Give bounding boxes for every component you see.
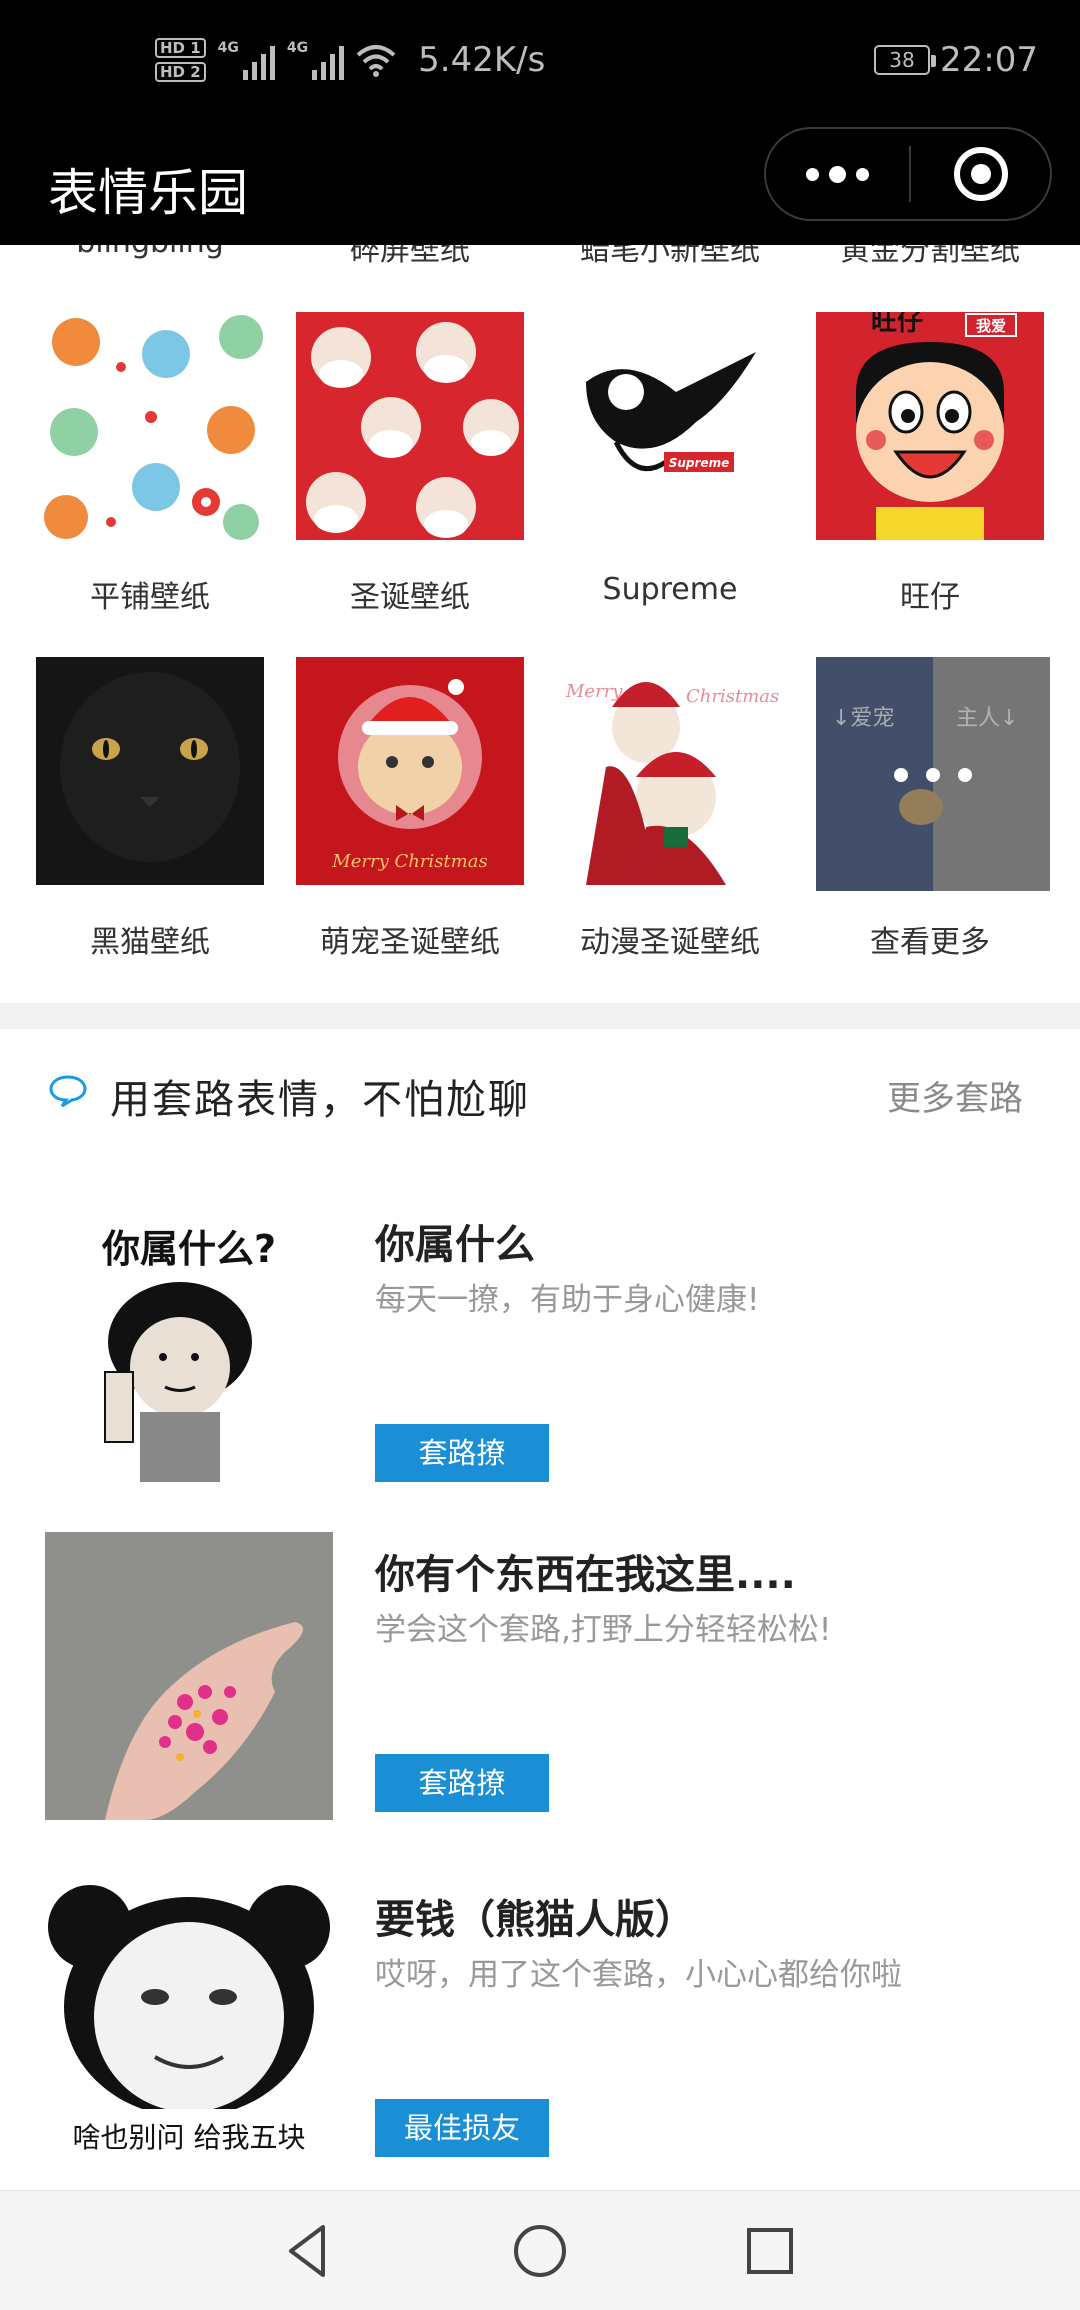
tile-label: blingbling — [20, 245, 280, 260]
hd1-badge: HD 1 — [155, 38, 206, 58]
anime-christmas-image: Merry Christmas — [556, 657, 784, 885]
tile-thumbnail: Merry Christmas — [296, 657, 524, 885]
merry-text: Merry — [565, 681, 623, 702]
routine-item[interactable]: 你属什么? 你属什么 每天一撩，有助于身心健康! 套路撩 — [0, 1202, 1080, 1522]
view-more-tile[interactable]: ↓爱宠 主人↓ 查看更多 — [816, 657, 1050, 960]
routine-thumbnail: 你属什么? — [45, 1202, 333, 1490]
routine-title: 你有个东西在我这里.... — [375, 1552, 796, 1598]
wangzai-image: 旺仔 我爱 — [816, 312, 1044, 540]
wallpaper-tile[interactable]: Merry Christmas 萌宠圣诞壁纸 — [296, 657, 524, 960]
chat-bubble-icon — [49, 1075, 87, 1108]
supreme-logo-text: Supreme — [669, 456, 729, 470]
merry-christmas-text: Merry Christmas — [331, 851, 487, 872]
tile-label: 动漫圣诞壁纸 — [580, 925, 760, 960]
routine-item[interactable]: 你有个东西在我这里.... 学会这个套路,打野上分轻轻松松! 套路撩 — [0, 1532, 1080, 1852]
wangzai-art-text: 旺仔 — [871, 312, 923, 337]
wangzai-badge: 我爱 — [976, 317, 1006, 335]
routine-thumbnail: 啥也别问 给我五块 — [45, 1877, 333, 2165]
pet-owner-image: ↓爱宠 主人↓ — [816, 657, 1050, 891]
status-left: HD 1 HD 2 4G 4G 5.42K/s — [155, 30, 545, 90]
main-content[interactable]: blingbling 碎屏壁纸 蜡笔小新壁纸 黄金分割壁纸 — [0, 245, 1080, 2190]
page-title: 表情乐园 — [48, 164, 248, 222]
meme-caption: 啥也别问 给我五块 — [73, 2121, 306, 2154]
more-menu-button[interactable] — [766, 129, 909, 219]
routine-action-button[interactable]: 最佳损友 — [375, 2099, 549, 2157]
tile-thumbnail: Supreme — [556, 312, 784, 540]
signal-icon-1: 4G — [218, 40, 275, 80]
tile-label: 黄金分割壁纸 — [840, 245, 1020, 268]
wifi-icon — [356, 45, 396, 77]
pokemon-pattern-image — [36, 312, 264, 540]
network-type-1: 4G — [217, 40, 239, 56]
meme-image: 你属什么? — [45, 1202, 333, 1490]
signal-icon-2: 4G — [286, 40, 345, 80]
target-icon — [953, 147, 1008, 201]
section-title: 用套路表情，不怕尬聊 — [110, 1077, 530, 1123]
routine-description: 哎呀，用了这个套路，小心心都给你啦 — [375, 1957, 902, 1993]
status-right: 38 22:07 — [874, 40, 1038, 80]
tile-thumbnail — [296, 312, 524, 540]
tile-label: Supreme — [602, 572, 738, 607]
routine-description: 学会这个套路,打野上分轻轻松松! — [375, 1612, 832, 1648]
view-more-label: 查看更多 — [870, 925, 990, 960]
christmas-pet-image: Merry Christmas — [296, 657, 524, 885]
routine-title: 要钱（熊猫人版） — [375, 1897, 695, 1943]
black-cat-image — [36, 657, 264, 885]
tile-label: 萌宠圣诞壁纸 — [320, 925, 500, 960]
recents-icon[interactable] — [738, 2219, 802, 2283]
network-type-2: 4G — [286, 40, 309, 56]
back-icon[interactable] — [277, 2219, 341, 2283]
system-navigation-bar — [0, 2190, 1080, 2310]
tile-label: 平铺壁纸 — [90, 580, 210, 615]
tile-label: 圣诞壁纸 — [350, 580, 470, 615]
routine-thumbnail — [45, 1532, 333, 1820]
wallpaper-tile[interactable]: 圣诞壁纸 — [296, 312, 524, 615]
battery-icon: 38 — [874, 45, 937, 75]
wallpaper-tile[interactable]: Supreme Supreme — [556, 312, 784, 607]
tile-label: 碎屏壁纸 — [350, 245, 470, 268]
capsule-menu — [764, 127, 1052, 221]
status-bar: HD 1 HD 2 4G 4G 5.42K/s 38 22:07 — [0, 0, 1080, 125]
close-miniprogram-button[interactable] — [911, 147, 1050, 201]
wallpaper-tile[interactable]: Merry Christmas 动漫圣诞壁纸 — [556, 657, 784, 960]
tile-thumbnail: ↓爱宠 主人↓ — [816, 657, 1050, 891]
routine-section-header: 用套路表情，不怕尬聊 更多套路 — [0, 1029, 1080, 1149]
routine-action-button[interactable]: 套路撩 — [375, 1424, 549, 1482]
partially-visible-labels: blingbling 碎屏壁纸 蜡笔小新壁纸 黄金分割壁纸 — [0, 245, 1080, 268]
network-speed: 5.42K/s — [418, 40, 546, 80]
christmas-text: Christmas — [686, 686, 779, 707]
mini-program-nav-bar: 表情乐园 — [0, 125, 1080, 245]
clock: 22:07 — [940, 40, 1038, 80]
tile-thumbnail — [36, 657, 264, 885]
panda-meme-image: 啥也别问 给我五块 — [45, 1877, 333, 2165]
supreme-panda-image: Supreme — [556, 312, 784, 540]
home-icon[interactable] — [508, 2219, 572, 2283]
routine-action-button[interactable]: 套路撩 — [375, 1754, 549, 1812]
more-dots-icon — [806, 167, 819, 181]
wallpaper-tile[interactable]: 黑猫壁纸 — [36, 657, 264, 960]
more-routines-link[interactable]: 更多套路 — [887, 1071, 1023, 1120]
routine-item[interactable]: 啥也别问 给我五块 要钱（熊猫人版） 哎呀，用了这个套路，小心心都给你啦 最佳损… — [0, 1877, 1080, 2190]
routine-description: 每天一撩，有助于身心健康! — [375, 1282, 760, 1318]
tile-label: 黑猫壁纸 — [90, 925, 210, 960]
tile-label: 蜡笔小新壁纸 — [580, 245, 760, 268]
routine-title: 你属什么 — [375, 1222, 535, 1268]
hand-hearts-image — [45, 1532, 333, 1820]
wallpaper-tile[interactable]: 平铺壁纸 — [36, 312, 264, 615]
meme-caption: 你属什么? — [101, 1227, 276, 1271]
tile-thumbnail: 旺仔 我爱 — [816, 312, 1044, 540]
tile-label: 旺仔 — [900, 580, 960, 615]
section-divider — [0, 1003, 1080, 1029]
wallpaper-tile[interactable]: 旺仔 我爱 旺仔 — [816, 312, 1044, 615]
tile-thumbnail — [36, 312, 264, 540]
hd-indicator: HD 1 HD 2 — [155, 38, 206, 82]
hd2-badge: HD 2 — [155, 62, 206, 82]
santa-pattern-image — [296, 312, 524, 540]
tile-thumbnail: Merry Christmas — [556, 657, 784, 885]
